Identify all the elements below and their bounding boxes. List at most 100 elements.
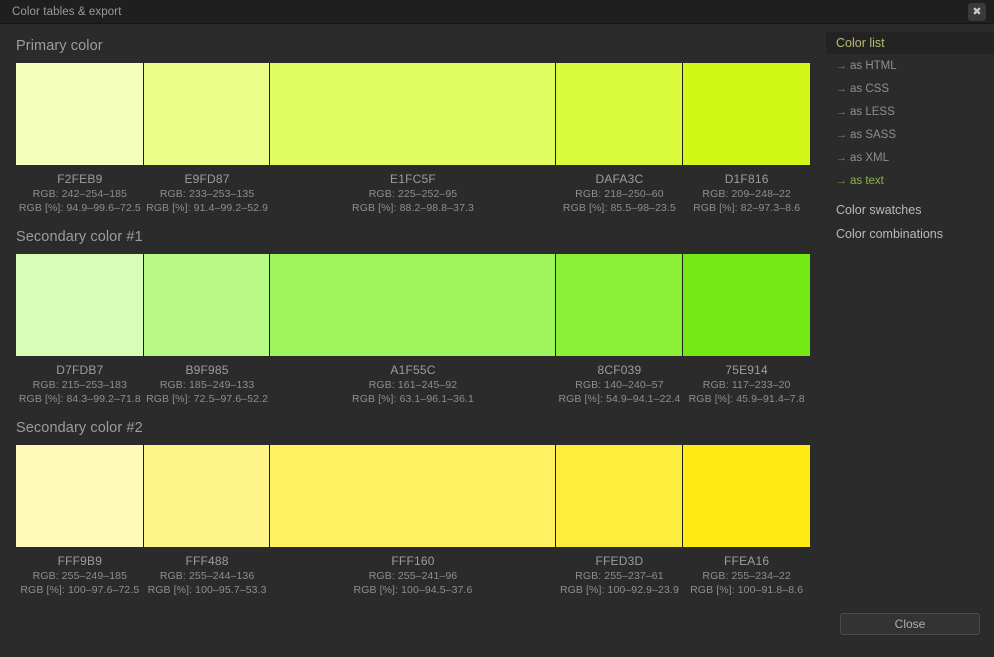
- sidebar-export-link[interactable]: → as HTML: [826, 54, 994, 77]
- color-swatch[interactable]: [683, 445, 811, 547]
- sidebar-group-label: Color combinations: [836, 227, 943, 241]
- color-swatch-info: DAFA3C RGB: 218–250–60 RGB [%]: 85.5–98–23…: [556, 171, 684, 215]
- color-swatch[interactable]: [555, 63, 684, 165]
- arrow-right-icon: →: [836, 82, 847, 95]
- swatch-labels-row: FFF9B9 RGB: 255–249–185 RGB [%]: 100–97.6–…: [16, 547, 810, 597]
- color-swatch-info: 8CF039 RGB: 140–240–57 RGB [%]: 54.9–94.1–…: [556, 362, 684, 406]
- color-rgb-label: RGB: 218–250–60: [575, 188, 664, 200]
- color-swatch[interactable]: [143, 254, 271, 356]
- arrow-right-icon: →: [836, 128, 847, 141]
- color-rgb-percent-label: RGB [%]: 72.5–97.6–52.2: [146, 393, 269, 405]
- color-rgb-percent-label: RGB [%]: 88.2–98.8–37.3: [352, 202, 474, 214]
- color-swatch[interactable]: [683, 63, 811, 165]
- color-hex-label: FFF488: [185, 554, 229, 568]
- sidebar-group-label: Color swatches: [836, 203, 922, 217]
- arrow-right-icon: →: [836, 174, 847, 187]
- color-rgb-percent-label: RGB [%]: 84.3–99.2–71.8: [18, 393, 141, 405]
- color-rgb-label: RGB: 161–245–92: [368, 379, 458, 391]
- color-hex-label: FFF160: [391, 554, 435, 568]
- color-swatch[interactable]: [555, 445, 684, 547]
- color-rgb-label: RGB: 242–254–185: [32, 188, 128, 200]
- color-swatch-info: FFF488 RGB: 255–244–136 RGB [%]: 100–95.7–…: [144, 553, 271, 597]
- color-swatch-info: F2FEB9 RGB: 242–254–185 RGB [%]: 94.9–99.6…: [16, 171, 144, 215]
- close-icon-glyph: ✖: [972, 5, 982, 18]
- color-swatch-info: 75E914 RGB: 117–233–20 RGB [%]: 45.9–91.4–…: [683, 362, 810, 406]
- arrow-right-icon: →: [836, 59, 847, 72]
- sidebar-export-link[interactable]: → as CSS: [826, 77, 994, 100]
- color-section-title: Secondary color #2: [16, 420, 143, 436]
- color-rgb-percent-label: RGB [%]: 82–97.3–8.6: [693, 202, 801, 214]
- color-rgb-percent-label: RGB [%]: 100–95.7–53.3: [147, 584, 267, 596]
- color-section: Secondary color #1 D7FDB7 RGB: 215–253–183…: [0, 215, 826, 406]
- sidebar-heading-label: Color list: [836, 36, 885, 50]
- color-swatch-info: E9FD87 RGB: 233–253–135 RGB [%]: 91.4–99.2…: [144, 171, 271, 215]
- color-swatch-info: B9F985 RGB: 185–249–133 RGB [%]: 72.5–97.6…: [144, 362, 271, 406]
- color-rgb-percent-label: RGB [%]: 91.4–99.2–52.9: [146, 202, 269, 214]
- color-swatch[interactable]: [16, 63, 144, 165]
- color-hex-label: E1FC5F: [390, 172, 436, 186]
- color-swatch[interactable]: [270, 254, 556, 356]
- color-swatch-info: E1FC5F RGB: 225–252–95 RGB [%]: 88.2–98.8–…: [270, 171, 555, 215]
- color-hex-label: D7FDB7: [56, 363, 104, 377]
- swatch-row: [16, 254, 811, 356]
- sidebar-export-link-label: as CSS: [850, 82, 889, 95]
- color-rgb-percent-label: RGB [%]: 100–91.8–8.6: [690, 584, 804, 596]
- color-hex-label: 8CF039: [597, 363, 642, 377]
- sidebar-export-link[interactable]: → as text: [826, 169, 994, 192]
- color-rgb-label: RGB: 255–249–185: [32, 570, 128, 582]
- color-swatch[interactable]: [683, 254, 811, 356]
- color-swatch-info: FFF160 RGB: 255–241–96 RGB [%]: 100–94.5–3…: [270, 553, 555, 597]
- color-hex-label: DAFA3C: [595, 172, 644, 186]
- color-swatch[interactable]: [555, 254, 684, 356]
- color-rgb-percent-label: RGB [%]: 85.5–98–23.5: [562, 202, 676, 214]
- color-rgb-percent-label: RGB [%]: 45.9–91.4–7.8: [688, 393, 805, 405]
- color-hex-label: A1F55C: [390, 363, 436, 377]
- color-rgb-label: RGB: 215–253–183: [32, 379, 128, 391]
- color-swatch-info: FFF9B9 RGB: 255–249–185 RGB [%]: 100–97.6–…: [16, 553, 144, 597]
- sidebar-heading-color-list[interactable]: Color list: [826, 32, 994, 54]
- color-swatch-info: FFEA16 RGB: 255–234–22 RGB [%]: 100–91.8–8…: [683, 553, 810, 597]
- sidebar-export-link-label: as text: [850, 174, 884, 187]
- color-rgb-label: RGB: 233–253–135: [159, 188, 255, 200]
- color-section-title: Primary color: [16, 38, 103, 54]
- swatch-labels-row: F2FEB9 RGB: 242–254–185 RGB [%]: 94.9–99.6…: [16, 165, 810, 215]
- sidebar-export-link[interactable]: → as XML: [826, 146, 994, 169]
- color-rgb-percent-label: RGB [%]: 100–94.5–37.6: [353, 584, 473, 596]
- color-rgb-percent-label: RGB [%]: 63.1–96.1–36.1: [352, 393, 474, 405]
- color-swatch[interactable]: [16, 254, 144, 356]
- color-swatch[interactable]: [143, 63, 271, 165]
- sidebar-export-link-label: as XML: [850, 151, 889, 164]
- color-rgb-label: RGB: 255–237–61: [575, 570, 664, 582]
- color-section-title: Secondary color #1: [16, 229, 143, 245]
- color-rgb-label: RGB: 117–233–20: [702, 379, 791, 391]
- color-rgb-label: RGB: 185–249–133: [159, 379, 255, 391]
- color-rgb-label: RGB: 225–252–95: [368, 188, 458, 200]
- sidebar-group-item[interactable]: Color swatches: [826, 198, 994, 222]
- sidebar-group-item[interactable]: Color combinations: [826, 222, 994, 246]
- color-rgb-percent-label: RGB [%]: 100–97.6–72.5: [20, 584, 140, 596]
- arrow-right-icon: →: [836, 151, 847, 164]
- color-swatch-info: FFED3D RGB: 255–237–61 RGB [%]: 100–92.9–2…: [556, 553, 684, 597]
- close-icon[interactable]: ✖: [968, 3, 986, 21]
- color-hex-label: FFED3D: [595, 554, 644, 568]
- color-rgb-label: RGB: 140–240–57: [575, 379, 664, 391]
- color-swatch[interactable]: [143, 445, 271, 547]
- sidebar-export-links: → as HTML → as CSS → as LESS → as SASS → as XML → a…: [826, 54, 994, 192]
- color-section: Secondary color #2 FFF9B9 RGB: 255–249–185…: [0, 406, 826, 597]
- window-body: Primary color F2FEB9 RGB: 242–254–185 RGB […: [0, 24, 994, 657]
- color-hex-label: 75E914: [725, 363, 768, 377]
- color-rgb-label: RGB: 255–234–22: [702, 570, 791, 582]
- color-hex-label: B9F985: [185, 363, 229, 377]
- color-swatch[interactable]: [270, 63, 556, 165]
- color-hex-label: E9FD87: [184, 172, 230, 186]
- export-sidebar: Color list → as HTML → as CSS → as LESS → as SA…: [826, 24, 994, 657]
- color-section: Primary color F2FEB9 RGB: 242–254–185 RGB […: [0, 24, 826, 215]
- sidebar-export-link[interactable]: → as SASS: [826, 123, 994, 146]
- sidebar-export-link[interactable]: → as LESS: [826, 100, 994, 123]
- color-hex-label: F2FEB9: [57, 172, 103, 186]
- sidebar-export-link-label: as LESS: [850, 105, 895, 118]
- close-button[interactable]: Close: [840, 613, 980, 635]
- color-swatch[interactable]: [270, 445, 556, 547]
- color-swatch[interactable]: [16, 445, 144, 547]
